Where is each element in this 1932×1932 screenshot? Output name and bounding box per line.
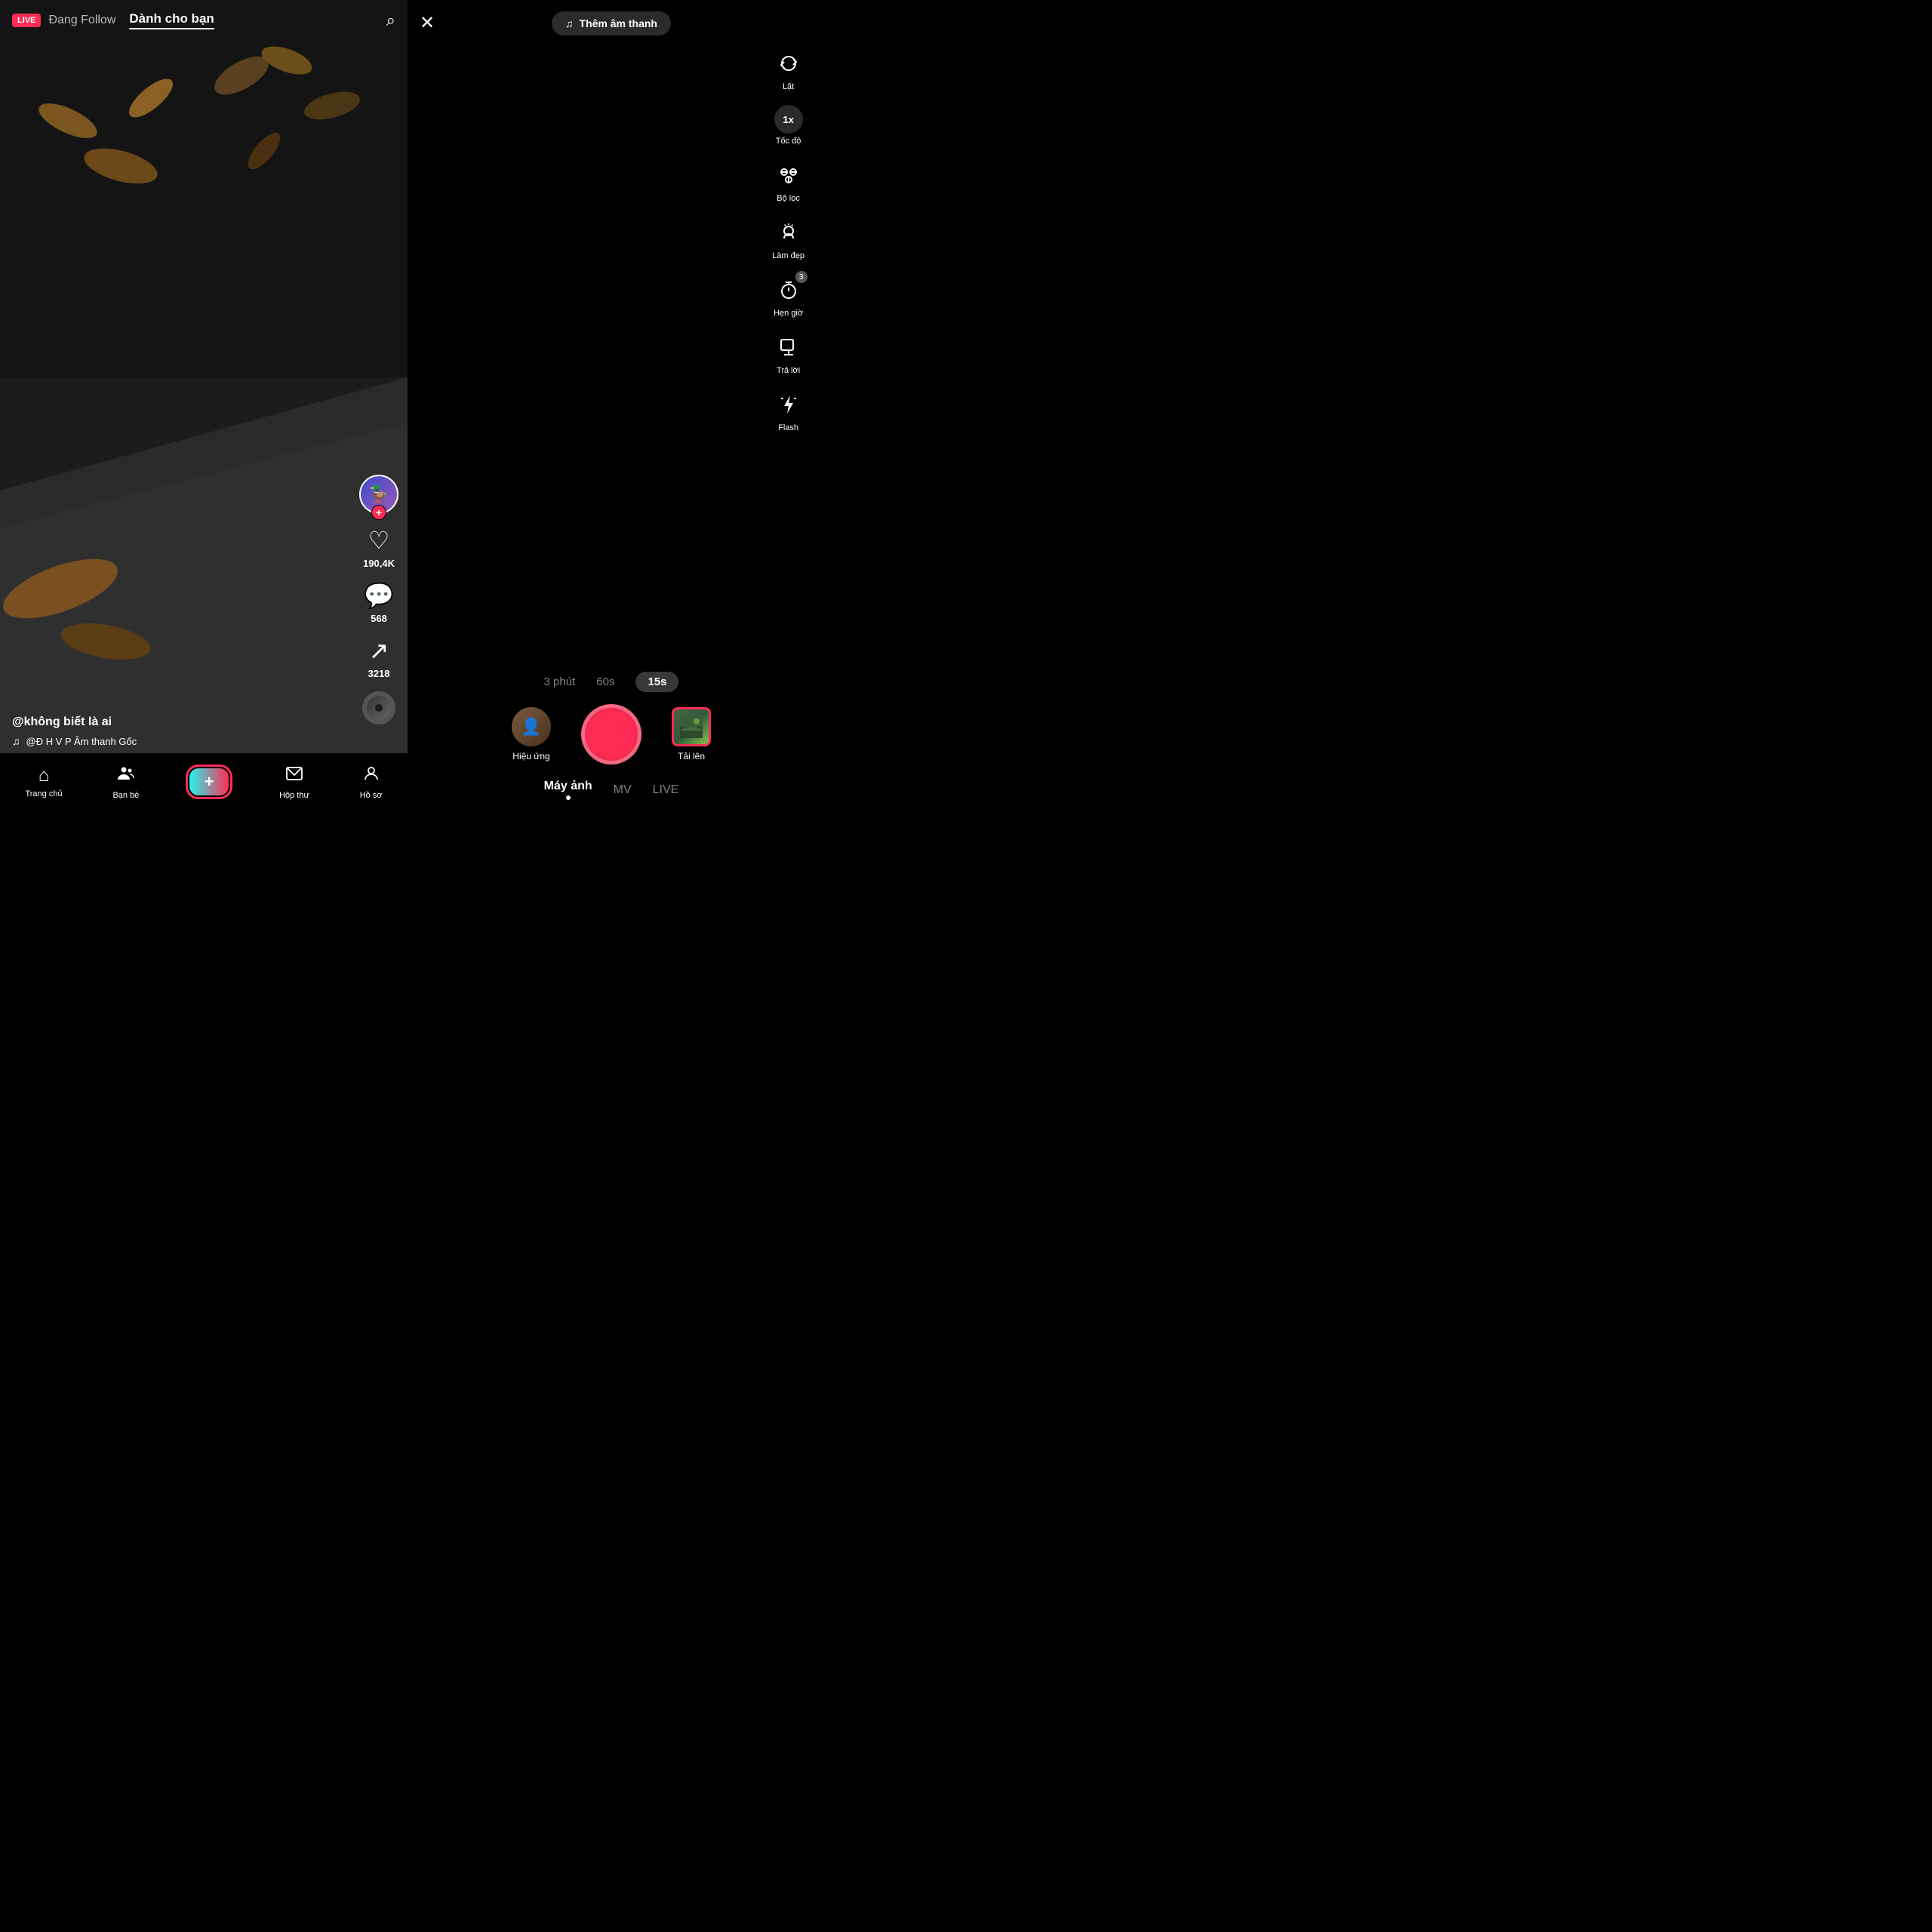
duration-15s[interactable]: 15s: [635, 672, 678, 692]
effects-button[interactable]: 👤 Hiệu ứng: [512, 707, 551, 761]
tiktok-feed-panel: LIVE Đang Follow Dành cho bạn ⌕ 🦆 + ♡ 19…: [0, 0, 408, 815]
creator-username[interactable]: @không biết là ai: [12, 715, 347, 729]
nav-friends[interactable]: Bạn bè: [112, 764, 139, 800]
tab-following[interactable]: Đang Follow: [48, 14, 115, 27]
bottom-navigation: ⌂ Trang chủ Bạn bè + Hộp thư Hồ sơ: [0, 753, 408, 815]
upload-thumbnail: [672, 707, 711, 746]
music-disc[interactable]: [362, 691, 395, 724]
filter-label: Bộ lọc: [777, 194, 800, 203]
flash-label: Flash: [778, 423, 798, 432]
top-bar: LIVE Đang Follow Dành cho bạn ⌕: [0, 0, 408, 41]
creator-avatar-wrap[interactable]: 🦆 +: [359, 475, 398, 514]
camera-bottom-controls: 3 phút 60s 15s 👤 Hiệu ứng Tải lên Máy ản…: [408, 663, 815, 815]
live-badge: LIVE: [12, 14, 41, 27]
timer-icon: 3: [773, 274, 804, 306]
duration-3min[interactable]: 3 phút: [544, 675, 576, 688]
reply-button[interactable]: Trả lời: [773, 331, 804, 375]
reply-label: Trả lời: [777, 366, 800, 375]
speed-label: Tốc độ: [776, 137, 801, 146]
effect-avatar-icon: 👤: [512, 707, 551, 746]
share-count: 3218: [368, 668, 390, 679]
plus-icon: +: [205, 772, 214, 792]
duration-tabs: 3 phút 60s 15s: [544, 672, 679, 692]
camera-tools: Lật 1x Tốc độ Bộ lọc Làm đẹp: [772, 48, 804, 432]
inbox-icon: [285, 764, 303, 788]
beauty-icon: [773, 217, 804, 248]
video-info: @không biết là ai ♫ @Đ H V P Âm thanh Gố…: [12, 715, 347, 747]
profile-icon: [362, 764, 380, 788]
mode-tabs: Máy ảnh MV LIVE: [544, 780, 679, 800]
music-icon: ♫: [565, 17, 574, 29]
timer-value: 3: [795, 271, 808, 283]
camera-viewfinder: Lật 1x Tốc độ Bộ lọc Làm đẹp: [408, 40, 815, 663]
filter-icon: [773, 159, 804, 191]
beauty-label: Làm đẹp: [772, 251, 804, 260]
timer-button[interactable]: 3 Hẹn giờ: [773, 274, 804, 318]
flip-icon: [773, 48, 804, 79]
mode-mv[interactable]: MV: [614, 783, 632, 797]
speed-icon: 1x: [774, 105, 803, 134]
nav-inbox-label: Hộp thư: [279, 791, 309, 800]
share-icon: ↗: [369, 636, 389, 665]
effects-label: Hiệu ứng: [512, 751, 549, 761]
nav-profile-label: Hồ sơ: [360, 791, 383, 800]
mode-live[interactable]: LIVE: [653, 783, 679, 797]
comment-count: 568: [371, 613, 387, 624]
duration-60s[interactable]: 60s: [596, 675, 614, 688]
like-button[interactable]: ♡ 190,4K: [363, 526, 395, 569]
capture-row: 👤 Hiệu ứng Tải lên: [408, 704, 815, 764]
filter-button[interactable]: Bộ lọc: [773, 159, 804, 203]
speed-button[interactable]: 1x Tốc độ: [774, 105, 803, 146]
camera-top-bar: ✕ ♫ Thêm âm thanh: [408, 0, 815, 40]
close-button[interactable]: ✕: [420, 12, 435, 34]
reply-icon: [773, 331, 804, 363]
add-sound-button[interactable]: ♫ Thêm âm thanh: [552, 11, 671, 35]
comment-button[interactable]: 💬 568: [364, 581, 394, 624]
nav-home-label: Trang chủ: [25, 789, 62, 798]
friends-icon: [117, 764, 135, 788]
mode-camera[interactable]: Máy ảnh: [544, 780, 592, 800]
like-count: 190,4K: [363, 558, 395, 569]
upload-button[interactable]: Tải lên: [672, 707, 711, 761]
nav-inbox[interactable]: Hộp thư: [279, 764, 309, 800]
tab-for-you[interactable]: Dành cho bạn: [129, 11, 214, 29]
music-row[interactable]: ♫ @Đ H V P Âm thanh Gốc: [12, 735, 347, 747]
nav-profile[interactable]: Hồ sơ: [360, 764, 383, 800]
create-button[interactable]: +: [189, 768, 229, 795]
comment-icon: 💬: [364, 581, 394, 610]
video-background: [0, 0, 408, 815]
heart-icon: ♡: [368, 526, 390, 555]
record-button[interactable]: [581, 704, 641, 764]
nav-friends-label: Bạn bè: [112, 791, 139, 800]
beauty-button[interactable]: Làm đẹp: [772, 217, 804, 260]
timer-label: Hẹn giờ: [774, 309, 803, 318]
camera-panel: ✕ ♫ Thêm âm thanh Lật 1x Tốc độ: [408, 0, 815, 815]
add-sound-label: Thêm âm thanh: [580, 17, 657, 29]
music-note-icon: ♫: [12, 735, 20, 747]
share-button[interactable]: ↗ 3218: [368, 636, 390, 679]
follow-plus-badge[interactable]: +: [371, 505, 386, 520]
flip-label: Lật: [783, 82, 794, 91]
flip-camera-button[interactable]: Lật: [773, 48, 804, 91]
speed-value: 1x: [783, 114, 793, 125]
home-icon: ⌂: [38, 765, 50, 786]
right-actions: 🦆 + ♡ 190,4K 💬 568 ↗ 3218: [359, 475, 398, 724]
flash-icon: [773, 389, 804, 420]
nav-home[interactable]: ⌂ Trang chủ: [25, 765, 62, 798]
flash-button[interactable]: Flash: [773, 389, 804, 432]
search-icon[interactable]: ⌕: [386, 11, 395, 30]
upload-label: Tải lên: [678, 751, 705, 761]
music-title: @Đ H V P Âm thanh Gốc: [26, 736, 137, 747]
